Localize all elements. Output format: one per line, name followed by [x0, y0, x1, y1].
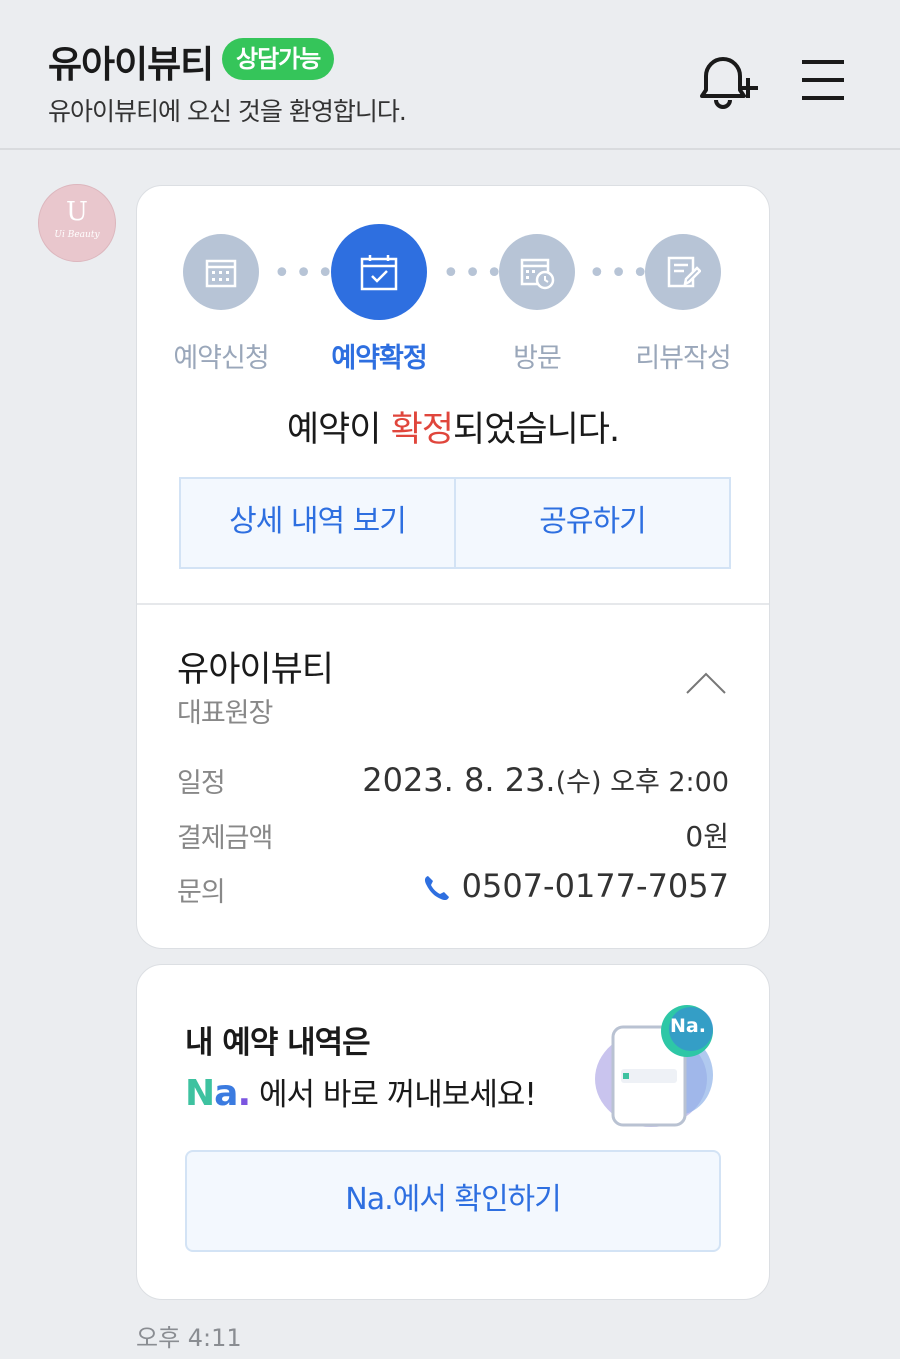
step-label-visit: 방문	[513, 343, 562, 374]
schedule-date: 2023. 8. 23.	[362, 761, 556, 799]
step-confirm-circle	[331, 224, 427, 320]
phone-icon	[424, 876, 449, 901]
na-logo: Na.	[185, 1073, 251, 1114]
step-request-circle	[183, 234, 259, 310]
calendar-clock-icon	[520, 258, 555, 290]
contact-phone-link[interactable]: 0507-0177-7057	[422, 867, 729, 905]
step-label-confirm: 예약확정	[331, 343, 427, 374]
step-label-review: 리뷰작성	[635, 343, 731, 374]
schedule-time: 오후 2:00	[601, 767, 729, 798]
status-text: 예약이	[286, 410, 391, 450]
view-details-button[interactable]: 상세 내역 보기	[181, 479, 454, 567]
staff-role: 대표원장	[177, 698, 273, 729]
action-buttons: 상세 내역 보기 공유하기	[179, 477, 731, 569]
contact-phone-number: 0507-0177-7057	[461, 867, 729, 905]
step-visit-circle	[499, 234, 575, 310]
message-timestamp: 오후 4:11	[136, 1324, 242, 1352]
step-connector: •••	[588, 256, 654, 291]
promo-subtitle-text: 에서 바로 꺼내보세요!	[250, 1077, 537, 1113]
status-highlight: 확정	[390, 410, 454, 450]
status-badge: 상담가능	[222, 38, 335, 80]
step-connector: •••	[442, 256, 508, 291]
na-logo-n: N	[185, 1073, 215, 1114]
check-in-na-button[interactable]: Na.에서 확인하기	[185, 1150, 721, 1252]
schedule-value: 2023. 8. 23.(수) 오후 2:00	[362, 760, 729, 799]
na-logo-a: a	[214, 1073, 238, 1114]
add-notification-button[interactable]	[696, 52, 762, 112]
phone-illustration: Na.	[589, 1001, 729, 1131]
bell-plus-icon	[700, 57, 758, 109]
schedule-label: 일정	[177, 768, 226, 799]
welcome-text: 유아이뷰티에 오신 것을 환영합니다.	[48, 97, 407, 126]
avatar-logo-text: Ui Beauty	[54, 230, 100, 240]
payment-label: 결제금액	[177, 823, 273, 854]
divider	[137, 603, 769, 605]
share-button[interactable]: 공유하기	[456, 479, 729, 567]
review-edit-icon	[667, 256, 701, 288]
menu-button[interactable]	[800, 58, 846, 102]
avatar[interactable]: U Ui Beauty	[38, 184, 116, 262]
shop-name: 유아이뷰티	[177, 650, 334, 690]
reservation-card: ••• ••• ••• 예약신청 예약확정 방문 리뷰작성 예약이 확정되었습니…	[136, 185, 770, 949]
step-review-circle	[645, 234, 721, 310]
promo-title: 내 예약 내역은	[185, 1025, 371, 1061]
na-logo-dot: .	[237, 1073, 251, 1114]
chevron-up-icon	[686, 672, 726, 694]
schedule-day: (수)	[555, 767, 602, 798]
chat-header: 유아이뷰티 상담가능 유아이뷰티에 오신 것을 환영합니다.	[0, 0, 900, 150]
collapse-button[interactable]	[685, 671, 727, 695]
hamburger-icon	[802, 60, 844, 100]
step-connector: •••	[273, 256, 339, 291]
na-badge-text: Na.	[670, 1015, 706, 1037]
promo-subtitle: Na. 에서 바로 꺼내보세요!	[185, 1069, 537, 1114]
avatar-logo-letter: U	[66, 197, 88, 227]
step-label-request: 예약신청	[173, 343, 269, 374]
page-title: 유아이뷰티	[48, 43, 214, 86]
payment-value: 0원	[685, 820, 729, 853]
promo-card: 내 예약 내역은 Na. 에서 바로 꺼내보세요! Na. Na.에서 확인하기	[136, 964, 770, 1300]
calendar-grid-icon	[205, 259, 237, 288]
status-text-end: 되었습니다.	[453, 410, 620, 450]
calendar-check-icon	[360, 255, 398, 291]
contact-label: 문의	[177, 877, 226, 908]
reservation-status: 예약이 확정되었습니다.	[137, 401, 769, 452]
